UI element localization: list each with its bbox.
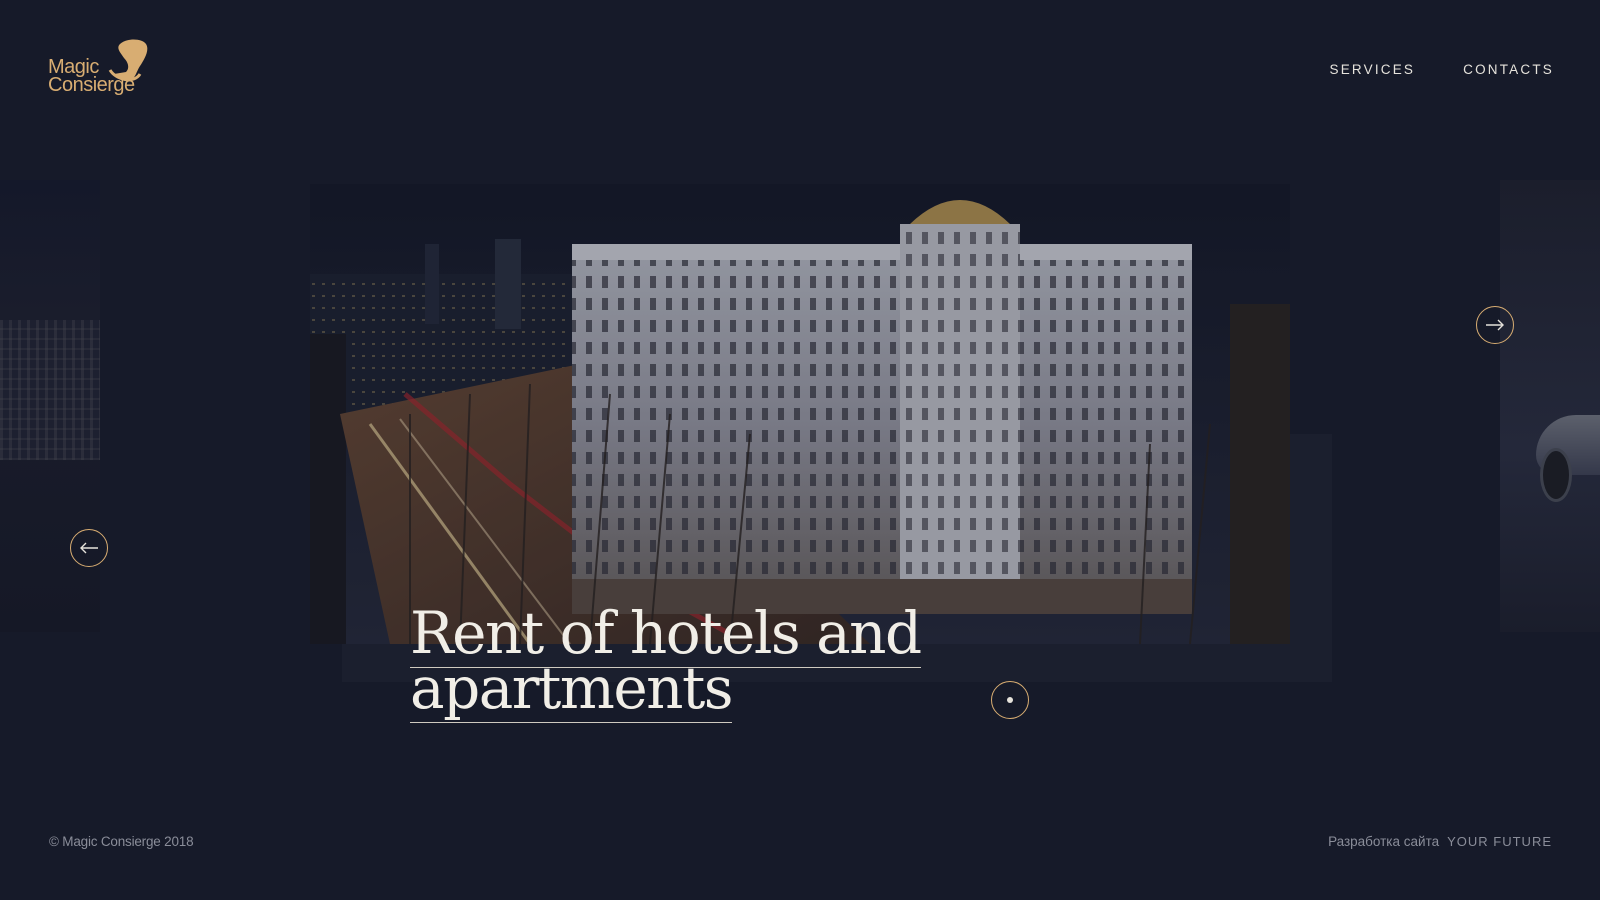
- logo-link[interactable]: Magic Consierge: [48, 38, 158, 102]
- developer-brand-link[interactable]: YOUR FUTURE: [1447, 834, 1552, 849]
- developer-credit: Разработка сайта YOUR FUTURE: [1328, 834, 1552, 849]
- slide-title-link-line-2[interactable]: apartments: [410, 654, 734, 723]
- prev-slide-image: [0, 320, 100, 460]
- main-nav: SERVICES CONTACTS: [1330, 62, 1555, 77]
- next-slide-preview[interactable]: [1500, 180, 1600, 632]
- developer-credit-label: Разработка сайта: [1328, 834, 1440, 849]
- copyright-text: © Magic Consierge 2018: [49, 834, 194, 849]
- logo-line-2: Consierge: [48, 74, 135, 96]
- slide-title: Rent of hotels and apartments: [410, 599, 922, 723]
- nav-item-services[interactable]: SERVICES: [1330, 62, 1416, 77]
- car-wheel: [1540, 448, 1572, 502]
- dot-icon: [1007, 697, 1013, 703]
- next-slide-button[interactable]: [1476, 306, 1514, 344]
- arrow-left-icon: [80, 542, 98, 554]
- main-slide-image: [310, 184, 1290, 644]
- page: Magic Consierge SERVICES CONTACTS Rent o…: [0, 0, 1600, 900]
- hotel-night-photo: [310, 184, 1290, 644]
- logo-text: Magic Consierge: [48, 57, 135, 96]
- nav-item-contacts[interactable]: CONTACTS: [1463, 62, 1554, 77]
- slide-pagination-dot[interactable]: [991, 681, 1029, 719]
- prev-slide-button[interactable]: [70, 529, 108, 567]
- arrow-right-icon: [1486, 319, 1504, 331]
